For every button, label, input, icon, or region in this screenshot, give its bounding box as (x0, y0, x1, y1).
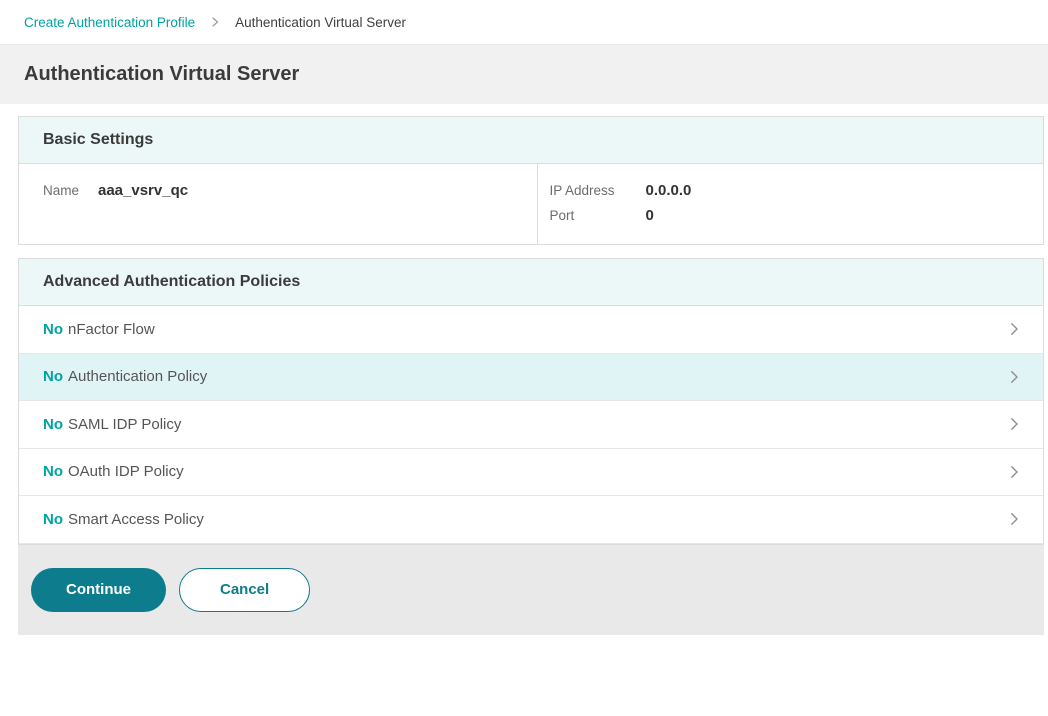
policy-label: nFactor Flow (68, 321, 155, 338)
basic-settings-left-column: Name aaa_vsrv_qc (19, 164, 537, 244)
policy-count: No (43, 416, 63, 433)
advanced-policies-title: Advanced Authentication Policies (43, 273, 300, 290)
ip-address-field: IP Address 0.0.0.0 (550, 182, 1020, 199)
chevron-right-icon (1005, 320, 1023, 338)
basic-settings-header: Basic Settings (19, 117, 1043, 164)
policy-label: OAuth IDP Policy (68, 463, 184, 480)
main-content: Basic Settings Name aaa_vsrv_qc IP Addre… (0, 104, 1048, 635)
chevron-right-icon (1005, 510, 1023, 528)
chevron-right-icon (209, 16, 221, 28)
policy-label: SAML IDP Policy (68, 416, 181, 433)
policy-row-oauth-idp-policy[interactable]: No OAuth IDP Policy (19, 449, 1043, 497)
policy-label: Authentication Policy (68, 368, 207, 385)
basic-settings-title: Basic Settings (43, 131, 153, 148)
port-label: Port (550, 208, 632, 223)
port-value: 0 (646, 207, 654, 224)
ip-address-label: IP Address (550, 183, 632, 198)
chevron-right-icon (1005, 415, 1023, 433)
breadcrumb-link-create-authentication-profile[interactable]: Create Authentication Profile (24, 15, 195, 30)
policy-count: No (43, 511, 63, 528)
basic-settings-panel: Basic Settings Name aaa_vsrv_qc IP Addre… (18, 116, 1044, 245)
breadcrumb: Create Authentication Profile Authentica… (0, 0, 1048, 45)
continue-button[interactable]: Continue (31, 568, 166, 612)
policy-row-nfactor-flow[interactable]: No nFactor Flow (19, 306, 1043, 354)
name-field: Name aaa_vsrv_qc (43, 182, 513, 199)
breadcrumb-current-page: Authentication Virtual Server (235, 15, 406, 30)
cancel-button[interactable]: Cancel (179, 568, 310, 612)
page-title: Authentication Virtual Server (24, 63, 1024, 86)
name-value: aaa_vsrv_qc (98, 182, 188, 199)
policy-row-text: No SAML IDP Policy (43, 416, 181, 433)
port-field: Port 0 (550, 207, 1020, 224)
policy-count: No (43, 321, 63, 338)
policy-count: No (43, 368, 63, 385)
advanced-policies-header: Advanced Authentication Policies (19, 259, 1043, 306)
basic-settings-right-column: IP Address 0.0.0.0 Port 0 (537, 164, 1044, 244)
ip-address-value: 0.0.0.0 (646, 182, 692, 199)
policy-row-text: No Smart Access Policy (43, 511, 204, 528)
advanced-authentication-policies-panel: Advanced Authentication Policies NonFact… (18, 258, 1044, 545)
chevron-right-icon (1005, 463, 1023, 481)
policy-row-text: No OAuth IDP Policy (43, 463, 184, 480)
policy-row-text: No nFactor Flow (43, 321, 155, 338)
footer-action-bar: Continue Cancel (18, 545, 1044, 635)
policy-count: No (43, 463, 63, 480)
basic-settings-body: Name aaa_vsrv_qc IP Address 0.0.0.0 Port… (19, 164, 1043, 244)
name-label: Name (43, 183, 84, 198)
policy-row-authentication-policy[interactable]: No Authentication Policy (19, 354, 1043, 402)
chevron-right-icon (1005, 368, 1023, 386)
policy-row-text: No Authentication Policy (43, 368, 207, 385)
policy-row-saml-idp-policy[interactable]: No SAML IDP Policy (19, 401, 1043, 449)
policy-label: Smart Access Policy (68, 511, 204, 528)
policy-row-smart-access-policy[interactable]: No Smart Access Policy (19, 496, 1043, 544)
page-title-bar: Authentication Virtual Server (0, 45, 1048, 104)
